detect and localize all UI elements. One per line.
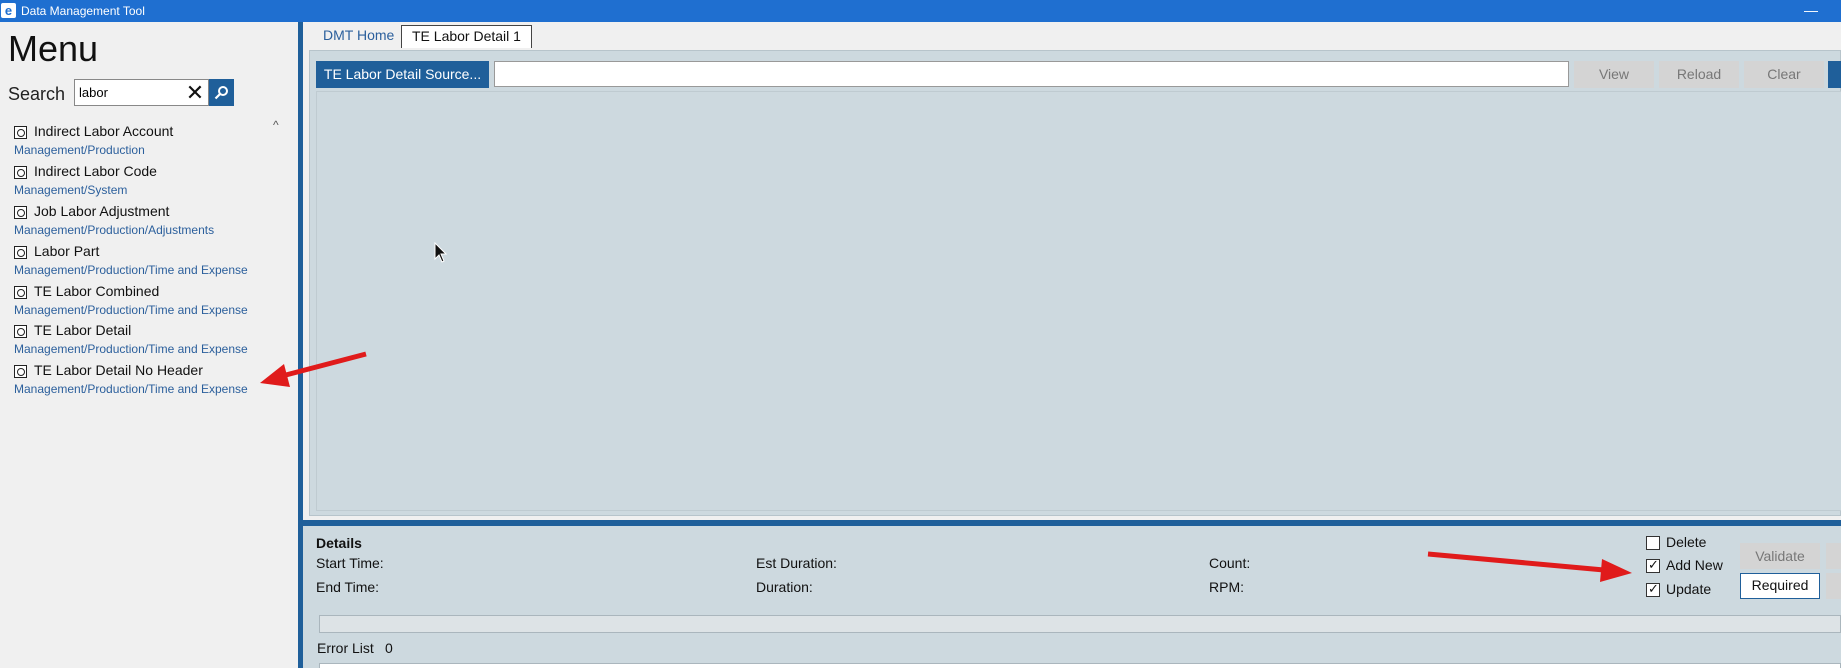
tab-bar: DMT Home TE Labor Detail 1	[303, 22, 1841, 48]
view-button[interactable]: View	[1574, 61, 1654, 88]
reload-button[interactable]: Reload	[1659, 61, 1739, 88]
update-label: Update	[1666, 581, 1712, 597]
tab-dmt-home[interactable]: DMT Home	[313, 25, 404, 48]
menu-item-name: Indirect Labor Code	[34, 163, 157, 179]
menu-item[interactable]: TE Labor Detail No Header Management/Pro…	[14, 361, 284, 401]
count-label: Count:	[1209, 555, 1251, 571]
menu-item[interactable]: TE Labor Combined Management/Production/…	[14, 282, 284, 322]
form-icon	[14, 286, 27, 299]
side-button[interactable]	[1826, 573, 1841, 599]
validate-button[interactable]: Validate	[1740, 543, 1820, 569]
add-new-label: Add New	[1666, 557, 1723, 573]
menu-item-path: Management/System	[14, 183, 128, 197]
menu-item-name: TE Labor Detail	[34, 322, 132, 338]
menu-item-name: Labor Part	[34, 243, 100, 259]
menu-item-path: Management/Production/Time and Expense	[14, 342, 248, 356]
menu-item-path: Management/Production	[14, 143, 145, 157]
menu-item-path: Management/Production/Time and Expense	[14, 263, 248, 277]
start-time-label: Start Time:	[316, 555, 384, 571]
menu-item-path: Management/Production/Time and Expense	[14, 303, 248, 317]
menu-item[interactable]: Job Labor Adjustment Management/Producti…	[14, 202, 284, 242]
tab-te-labor-detail[interactable]: TE Labor Detail 1	[401, 25, 532, 48]
details-panel: Details Start Time: End Time: Est Durati…	[303, 526, 1841, 668]
app-icon: e	[1, 3, 16, 18]
menu-item-path: Management/Production/Time and Expense	[14, 382, 248, 396]
title-bar: e Data Management Tool —	[0, 0, 1841, 22]
menu-item-name: TE Labor Detail No Header	[34, 362, 203, 378]
progress-bar	[319, 615, 1841, 633]
menu-item[interactable]: Indirect Labor Code Management/System	[14, 162, 284, 202]
menu-item-name: Job Labor Adjustment	[34, 203, 170, 219]
mouse-cursor-icon	[434, 242, 448, 263]
menu-item-path: Management/Production/Adjustments	[14, 223, 215, 237]
form-icon	[14, 206, 27, 219]
form-icon	[14, 246, 27, 259]
add-new-checkbox[interactable]	[1646, 557, 1660, 573]
delete-label: Delete	[1666, 534, 1707, 550]
rpm-label: RPM:	[1209, 579, 1244, 595]
source-field[interactable]	[494, 61, 1569, 87]
window-title: Data Management Tool	[21, 4, 145, 18]
source-button[interactable]: TE Labor Detail Source...	[316, 61, 489, 88]
menu-item[interactable]: Labor Part Management/Production/Time an…	[14, 242, 284, 282]
clear-button[interactable]: Clear	[1744, 61, 1824, 88]
duration-label: Duration:	[756, 579, 813, 595]
side-button[interactable]	[1826, 543, 1841, 569]
menu-item-name: TE Labor Combined	[34, 283, 160, 299]
form-icon	[14, 126, 27, 139]
minimize-button[interactable]: —	[1796, 1, 1826, 21]
error-list-box[interactable]	[319, 663, 1841, 668]
end-time-label: End Time:	[316, 579, 380, 595]
clear-search-icon[interactable]: ✕	[183, 80, 207, 105]
toolbar-button[interactable]	[1828, 61, 1841, 88]
main-panel: TE Labor Detail Source... View Reload Cl…	[309, 50, 1841, 516]
details-header: Details	[316, 535, 362, 551]
search-button[interactable]	[209, 79, 234, 106]
error-list-label: Error List	[317, 640, 374, 656]
data-grid[interactable]	[316, 91, 1841, 511]
form-icon	[14, 325, 27, 338]
menu-item-name: Indirect Labor Account	[34, 123, 174, 139]
magnifier-icon	[214, 86, 228, 100]
required-button[interactable]: Required	[1740, 573, 1820, 599]
menu-title: Menu	[8, 28, 99, 69]
search-label: Search	[8, 84, 66, 104]
error-count: 0	[385, 640, 393, 656]
form-icon	[14, 166, 27, 179]
menu-item[interactable]: Indirect Labor Account Management/Produc…	[14, 122, 284, 162]
est-duration-label: Est Duration:	[756, 555, 837, 571]
update-checkbox[interactable]	[1646, 581, 1660, 597]
form-icon	[14, 365, 27, 378]
sidebar: Menu Search ✕ ^ Indirect Labor Account M…	[0, 22, 300, 668]
delete-checkbox[interactable]	[1646, 536, 1660, 550]
menu-item[interactable]: TE Labor Detail Management/Production/Ti…	[14, 321, 284, 361]
